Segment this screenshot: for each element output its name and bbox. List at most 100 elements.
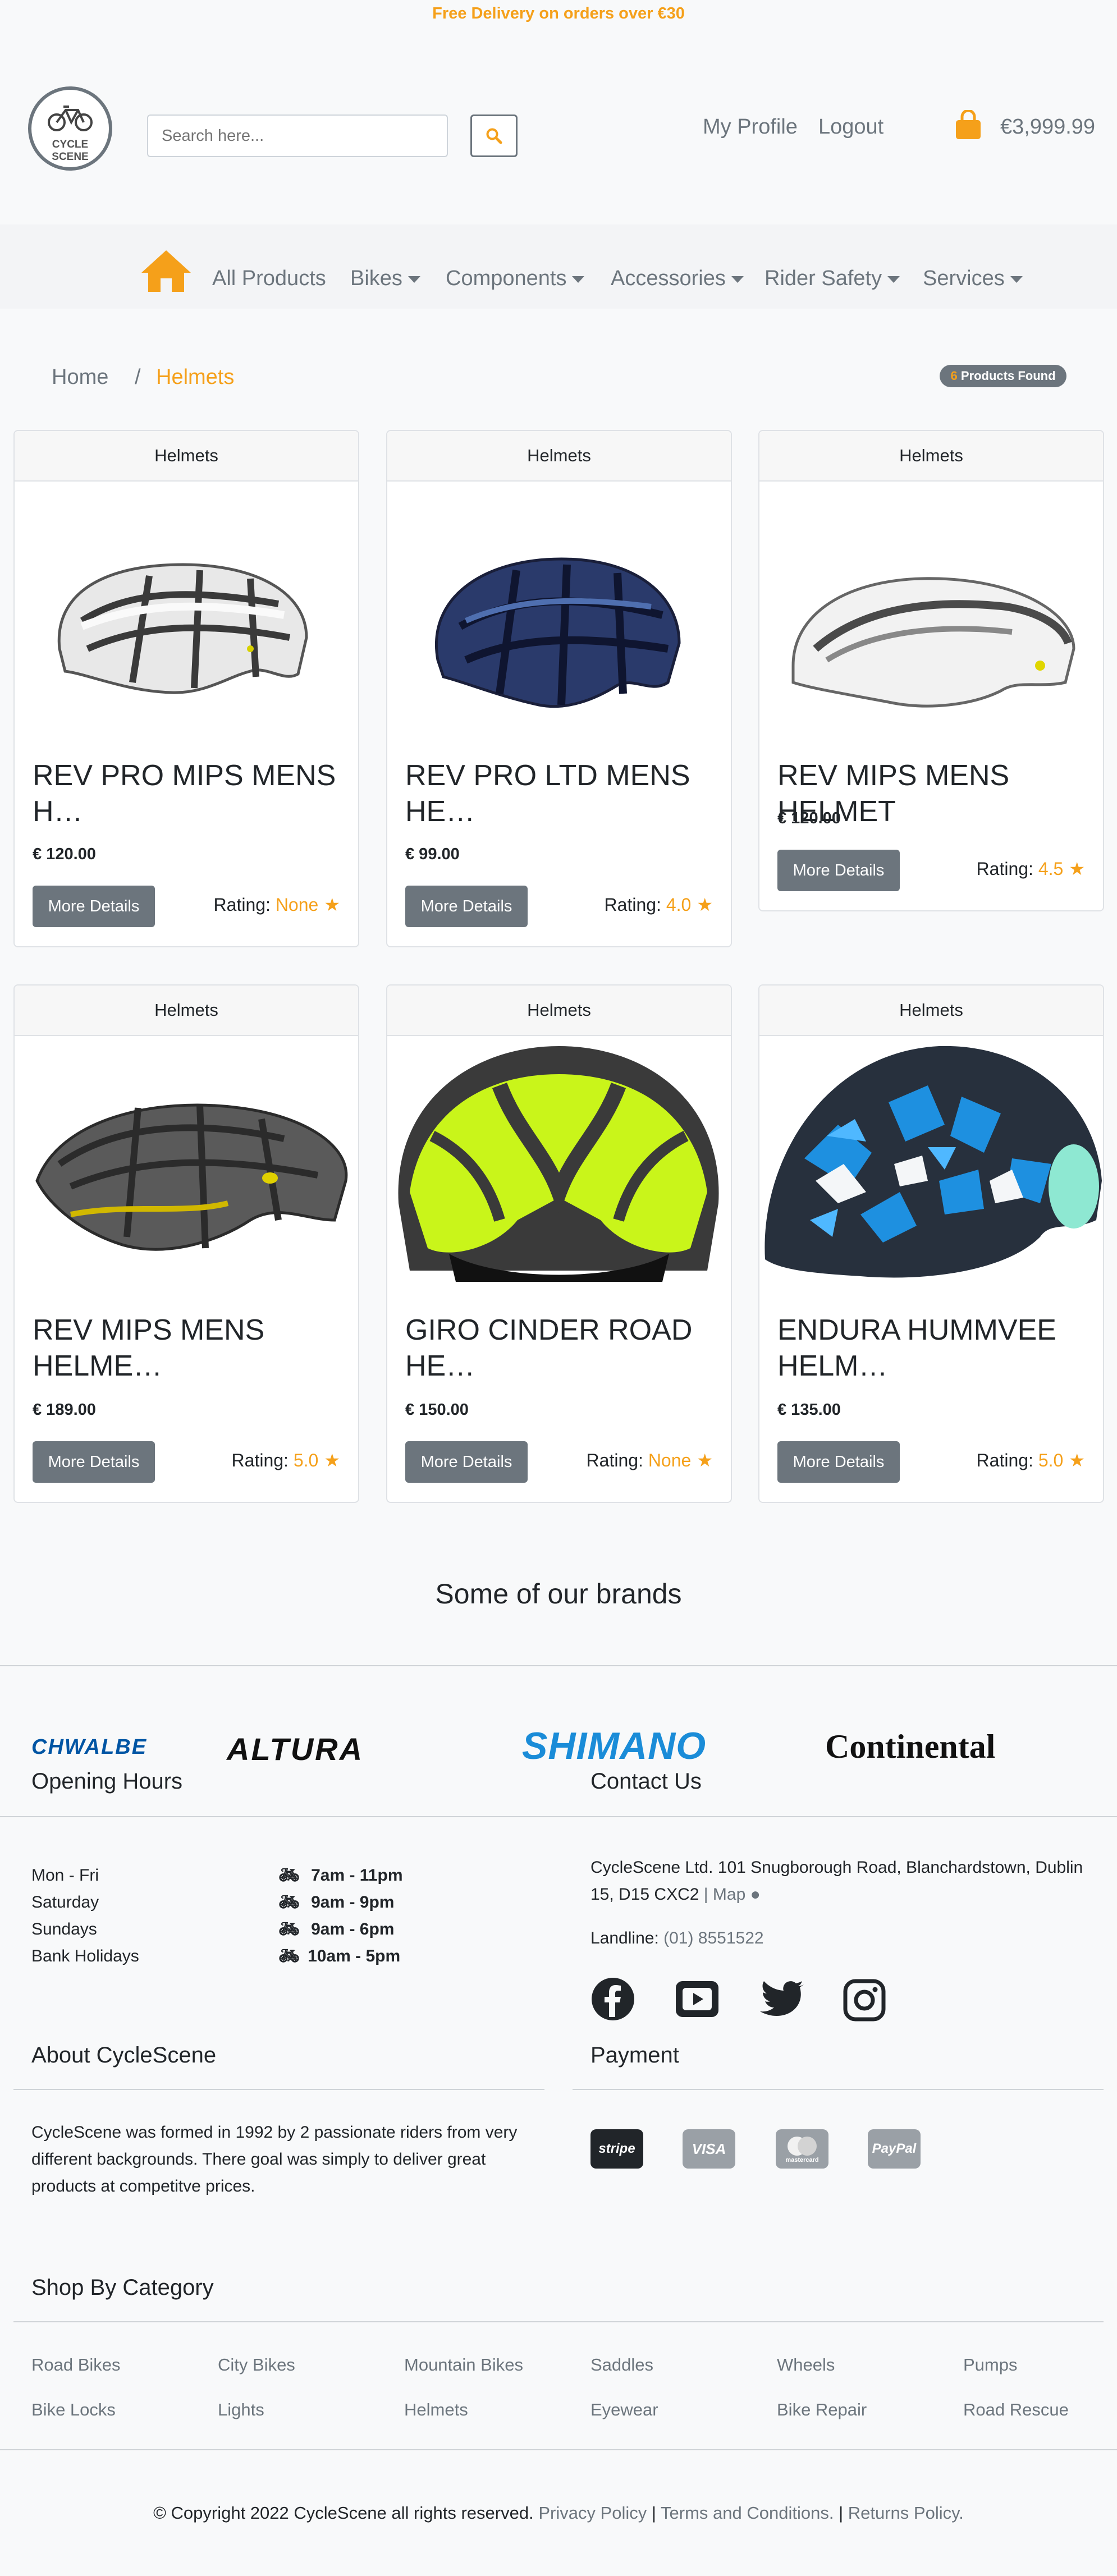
address-line2: 15, D15 CXC2 — [590, 1885, 699, 1904]
product-category: Helmets — [387, 986, 731, 1036]
category-link[interactable]: Mountain Bikes — [404, 2352, 523, 2378]
nav-rider-safety[interactable]: Rider Safety — [764, 264, 900, 293]
map-link[interactable]: Map — [713, 1885, 745, 1904]
product-card[interactable]: Helmets REV MIPS MENS HELME… € 189.00 Mo… — [13, 984, 359, 1503]
terms-link[interactable]: Terms and Conditions. — [661, 2503, 834, 2523]
product-image[interactable] — [15, 1035, 358, 1287]
helmet-image — [791, 577, 1075, 708]
youtube-icon[interactable] — [675, 1979, 720, 2022]
helmet-image — [435, 557, 681, 708]
nav-services[interactable]: Services — [923, 264, 1023, 293]
more-details-button[interactable]: More Details — [405, 886, 528, 927]
breadcrumb-current: Helmets — [156, 365, 235, 389]
product-card[interactable]: Helmets GIRO CINDER ROAD HE… € 150.00 Mo… — [386, 984, 732, 1503]
product-price: € 99.00 — [405, 845, 460, 863]
category-link[interactable]: Road Rescue — [963, 2396, 1069, 2423]
returns-policy-link[interactable]: Returns Policy. — [848, 2503, 964, 2523]
map-separator: | — [703, 1885, 708, 1904]
category-link[interactable]: Road Bikes — [31, 2352, 121, 2378]
star-icon: ★ — [1069, 1450, 1085, 1470]
product-price: € 120.00 — [33, 845, 96, 863]
category-link[interactable]: Bike Repair — [777, 2396, 867, 2423]
category-link[interactable]: City Bikes — [218, 2352, 295, 2378]
bicycle-icon: 🚲︎ — [278, 1947, 300, 1965]
category-link[interactable]: Helmets — [404, 2396, 468, 2423]
rating-value: 4.5 — [1038, 859, 1064, 879]
product-title[interactable]: GIRO CINDER ROAD HE… — [405, 1312, 720, 1384]
product-card[interactable]: Helmets REV PRO MIPS MENS H… € 120.00 Mo… — [13, 430, 359, 947]
product-image[interactable] — [759, 1035, 1103, 1287]
category-link[interactable]: Pumps — [963, 2352, 1017, 2378]
product-title[interactable]: REV MIPS MENS HELME… — [33, 1312, 347, 1384]
star-icon: ★ — [1069, 859, 1085, 879]
nav-components[interactable]: Components — [446, 264, 585, 293]
product-title[interactable]: REV PRO MIPS MENS H… — [33, 758, 347, 829]
logout-link[interactable]: Logout — [818, 112, 883, 141]
product-title[interactable]: ENDURA HUMMVEE HELM… — [777, 1312, 1092, 1384]
product-image[interactable] — [387, 1035, 731, 1287]
more-details-button[interactable]: More Details — [33, 1441, 155, 1483]
products-found-count: 6 — [950, 369, 958, 383]
contact-address: CycleScene Ltd. 101 Snugborough Road, Bl… — [590, 1854, 1096, 1908]
address-line1: CycleScene Ltd. 101 Snugborough Road, Bl… — [590, 1858, 1083, 1877]
product-card[interactable]: Helmets ENDURA HUMMVEE HELM… € 135.00 Mo… — [758, 984, 1104, 1503]
nav-services-label: Services — [923, 267, 1005, 290]
bicycle-icon — [48, 106, 93, 131]
rating-value: 5.0 — [1038, 1450, 1064, 1470]
breadcrumb-home[interactable]: Home — [52, 363, 108, 392]
shop-by-category-title: Shop By Category — [31, 2275, 214, 2300]
product-rating: Rating: None ★ — [587, 1448, 713, 1473]
caret-down-icon — [408, 276, 420, 283]
product-rating: Rating: 5.0 ★ — [232, 1448, 340, 1473]
opening-hours-title: Opening Hours — [31, 1769, 183, 1794]
hours-time: 9am - 9pm — [311, 1893, 395, 1912]
rating-label: Rating: — [976, 859, 1033, 879]
category-link[interactable]: Saddles — [590, 2352, 653, 2378]
product-image[interactable] — [15, 480, 358, 733]
bicycle-icon: 🚲︎ — [278, 1866, 300, 1885]
category-link[interactable]: Eyewear — [590, 2396, 658, 2423]
my-profile-link[interactable]: My Profile — [703, 112, 798, 141]
footer: © Copyright 2022 CycleScene all rights r… — [0, 2500, 1117, 2527]
nav-rider-safety-label: Rider Safety — [764, 267, 882, 290]
category-link[interactable]: Wheels — [777, 2352, 835, 2378]
cart-button[interactable] — [954, 109, 982, 143]
paypal-icon: PayPal — [868, 2129, 921, 2169]
search-button[interactable] — [470, 114, 518, 157]
rating-label: Rating: — [213, 895, 271, 915]
twitter-icon[interactable] — [758, 1980, 805, 2022]
star-icon: ★ — [697, 895, 713, 915]
nav-bikes[interactable]: Bikes — [350, 264, 420, 293]
privacy-policy-link[interactable]: Privacy Policy — [538, 2503, 647, 2523]
landline-label: Landline: — [590, 1929, 659, 1947]
about-title: About CycleScene — [31, 2043, 217, 2068]
mastercard-icon: mastercard — [776, 2129, 828, 2169]
rating-value: 5.0 — [293, 1450, 319, 1470]
category-link[interactable]: Bike Locks — [31, 2396, 116, 2423]
visa-icon: VISA — [683, 2129, 735, 2169]
product-card[interactable]: Helmets REV PRO LTD MENS HE… € 99.00 Mor… — [386, 430, 732, 947]
hours-day: Sundays — [31, 1920, 97, 1938]
cart-total[interactable]: €3,999.99 — [1000, 112, 1095, 141]
facebook-icon[interactable] — [590, 1977, 635, 2024]
search-input[interactable] — [147, 114, 448, 157]
more-details-button[interactable]: More Details — [405, 1441, 528, 1483]
home-nav-button[interactable] — [139, 248, 193, 296]
more-details-button[interactable]: More Details — [33, 886, 155, 927]
hours-time: 10am - 5pm — [308, 1947, 401, 1965]
landline-number[interactable]: (01) 8551522 — [663, 1929, 763, 1947]
nav-all-products[interactable]: All Products — [212, 264, 326, 293]
shopping-bag-icon — [956, 109, 981, 139]
promo-banner: Free Delivery on orders over €30 — [432, 4, 685, 22]
category-link[interactable]: Lights — [218, 2396, 264, 2423]
more-details-button[interactable]: More Details — [777, 850, 900, 891]
more-details-button[interactable]: More Details — [777, 1441, 900, 1483]
product-image[interactable] — [387, 480, 731, 733]
instagram-icon[interactable] — [843, 1979, 886, 2024]
product-card[interactable]: Helmets REV MIPS MENS HELMET € 120.00 Mo… — [758, 430, 1104, 911]
star-icon: ★ — [324, 1450, 340, 1470]
product-title[interactable]: REV PRO LTD MENS HE… — [405, 758, 720, 829]
site-logo[interactable]: CYCLE SCENE — [28, 86, 112, 171]
product-image[interactable] — [759, 480, 1103, 733]
nav-accessories[interactable]: Accessories — [611, 264, 744, 293]
